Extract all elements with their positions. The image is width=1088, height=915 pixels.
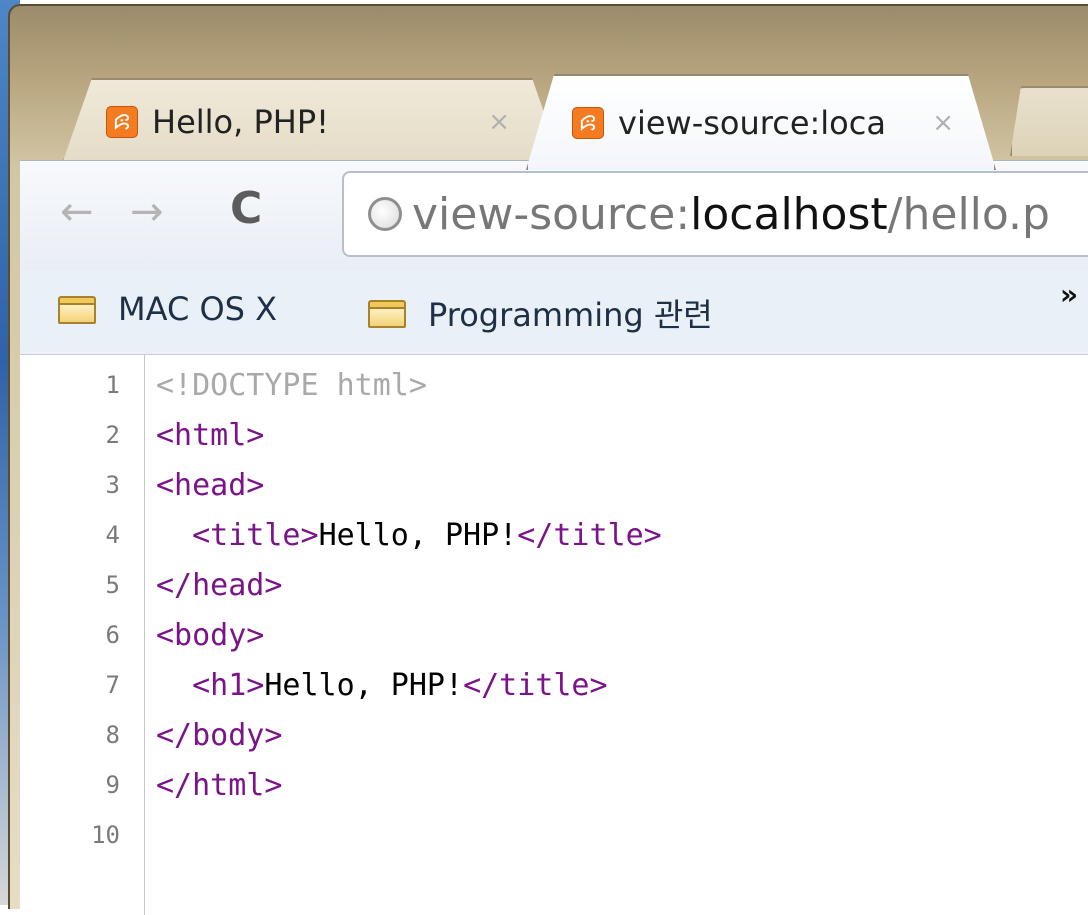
tab-hello-php[interactable]: ꕸ Hello, PHP! × bbox=[62, 78, 562, 164]
line-number: 8 bbox=[105, 721, 120, 749]
code-tag: </title> bbox=[517, 517, 662, 553]
code-tag: </html> bbox=[156, 767, 283, 803]
line-number: 5 bbox=[105, 571, 120, 599]
tab-title: view-source:loca bbox=[618, 104, 886, 142]
bookmark-folder-programming[interactable]: Programming 관련 bbox=[368, 290, 713, 336]
source-line: 2 <html> bbox=[20, 409, 265, 461]
bookmarks-bar: MAC OS X Programming 관련 » bbox=[20, 270, 1088, 355]
forward-arrow-icon[interactable]: → bbox=[130, 189, 164, 235]
back-arrow-icon[interactable]: ← bbox=[60, 189, 94, 235]
tab-view-source[interactable]: ꕸ view-source:loca × bbox=[526, 74, 996, 170]
line-number: 3 bbox=[105, 471, 120, 499]
source-line: 9 </html> bbox=[20, 759, 283, 811]
line-code: </body> bbox=[156, 718, 282, 753]
folder-icon bbox=[368, 298, 406, 328]
source-line: 5 </head> bbox=[20, 559, 283, 611]
navigation-toolbar: ← → C view-source:localhost/hello.p bbox=[20, 160, 1088, 271]
reload-icon[interactable]: C bbox=[230, 183, 262, 234]
bookmark-label: MAC OS X bbox=[118, 290, 278, 328]
bookmarks-overflow-chevron-icon[interactable]: » bbox=[1060, 278, 1078, 311]
line-number: 1 bbox=[105, 371, 120, 399]
url-text: view-source:localhost/hello.p bbox=[412, 189, 1050, 240]
source-view: 1 <!DOCTYPE html> 2 <html> 3 <head> 4 <title>H… bbox=[20, 355, 1088, 915]
source-line: 6 <body> bbox=[20, 609, 265, 661]
line-code: <h1>Hello, PHP!</title> bbox=[156, 667, 608, 703]
line-number: 6 bbox=[105, 621, 120, 649]
line-number: 2 bbox=[105, 421, 120, 449]
bookmark-label: Programming 관련 bbox=[428, 296, 713, 334]
code-text: Hello, PHP! bbox=[318, 517, 518, 553]
source-line: 7 <h1>Hello, PHP!</title> bbox=[20, 659, 608, 711]
address-bar[interactable]: view-source:localhost/hello.p bbox=[342, 171, 1088, 257]
line-code: <title>Hello, PHP!</title> bbox=[156, 518, 662, 553]
url-host: localhost bbox=[690, 188, 888, 240]
line-code: <!DOCTYPE html> bbox=[156, 368, 427, 403]
xampp-icon: ꕸ bbox=[572, 107, 604, 139]
folder-icon bbox=[58, 294, 96, 324]
line-code: <html> bbox=[156, 418, 264, 453]
line-code: <body> bbox=[156, 618, 264, 653]
xampp-icon: ꕸ bbox=[106, 106, 138, 138]
source-line: 3 <head> bbox=[20, 459, 265, 511]
line-number: 7 bbox=[105, 671, 120, 699]
source-line: 8 </body> bbox=[20, 709, 283, 761]
code-tag: <title> bbox=[156, 517, 319, 553]
code-tag: <body> bbox=[156, 617, 265, 653]
code-tag: </head> bbox=[156, 567, 283, 603]
tab-close-icon[interactable]: × bbox=[932, 108, 954, 138]
source-line: 4 <title>Hello, PHP!</title> bbox=[20, 509, 662, 561]
line-code: </head> bbox=[156, 568, 282, 603]
line-number: 4 bbox=[105, 521, 120, 549]
line-code: </html> bbox=[156, 768, 282, 803]
code-tag: </title> bbox=[463, 667, 608, 703]
bookmark-folder-mac-os-x[interactable]: MAC OS X bbox=[58, 290, 277, 328]
globe-icon bbox=[368, 197, 402, 231]
code-tag: </body> bbox=[156, 717, 283, 753]
line-number: 9 bbox=[105, 771, 120, 799]
source-line: 10 bbox=[20, 809, 156, 861]
line-number: 10 bbox=[91, 821, 120, 849]
code-tag: <head> bbox=[156, 467, 265, 503]
source-line: 1 <!DOCTYPE html> bbox=[20, 359, 427, 411]
code-tag: <html> bbox=[156, 417, 265, 453]
code-tag: <h1> bbox=[156, 667, 265, 703]
tab-title: Hello, PHP! bbox=[152, 103, 329, 141]
url-scheme: view-source: bbox=[412, 188, 691, 240]
tab-close-icon[interactable]: × bbox=[488, 107, 510, 137]
url-path: /hello.p bbox=[887, 188, 1050, 240]
tab-strip: ꕸ Hello, PHP! × ꕸ view-source:loca × bbox=[10, 6, 1088, 170]
new-tab-button[interactable] bbox=[1010, 86, 1088, 156]
line-code: <head> bbox=[156, 468, 264, 503]
code-text: Hello, PHP! bbox=[264, 667, 464, 703]
code-tag: <!DOCTYPE html> bbox=[156, 367, 427, 403]
